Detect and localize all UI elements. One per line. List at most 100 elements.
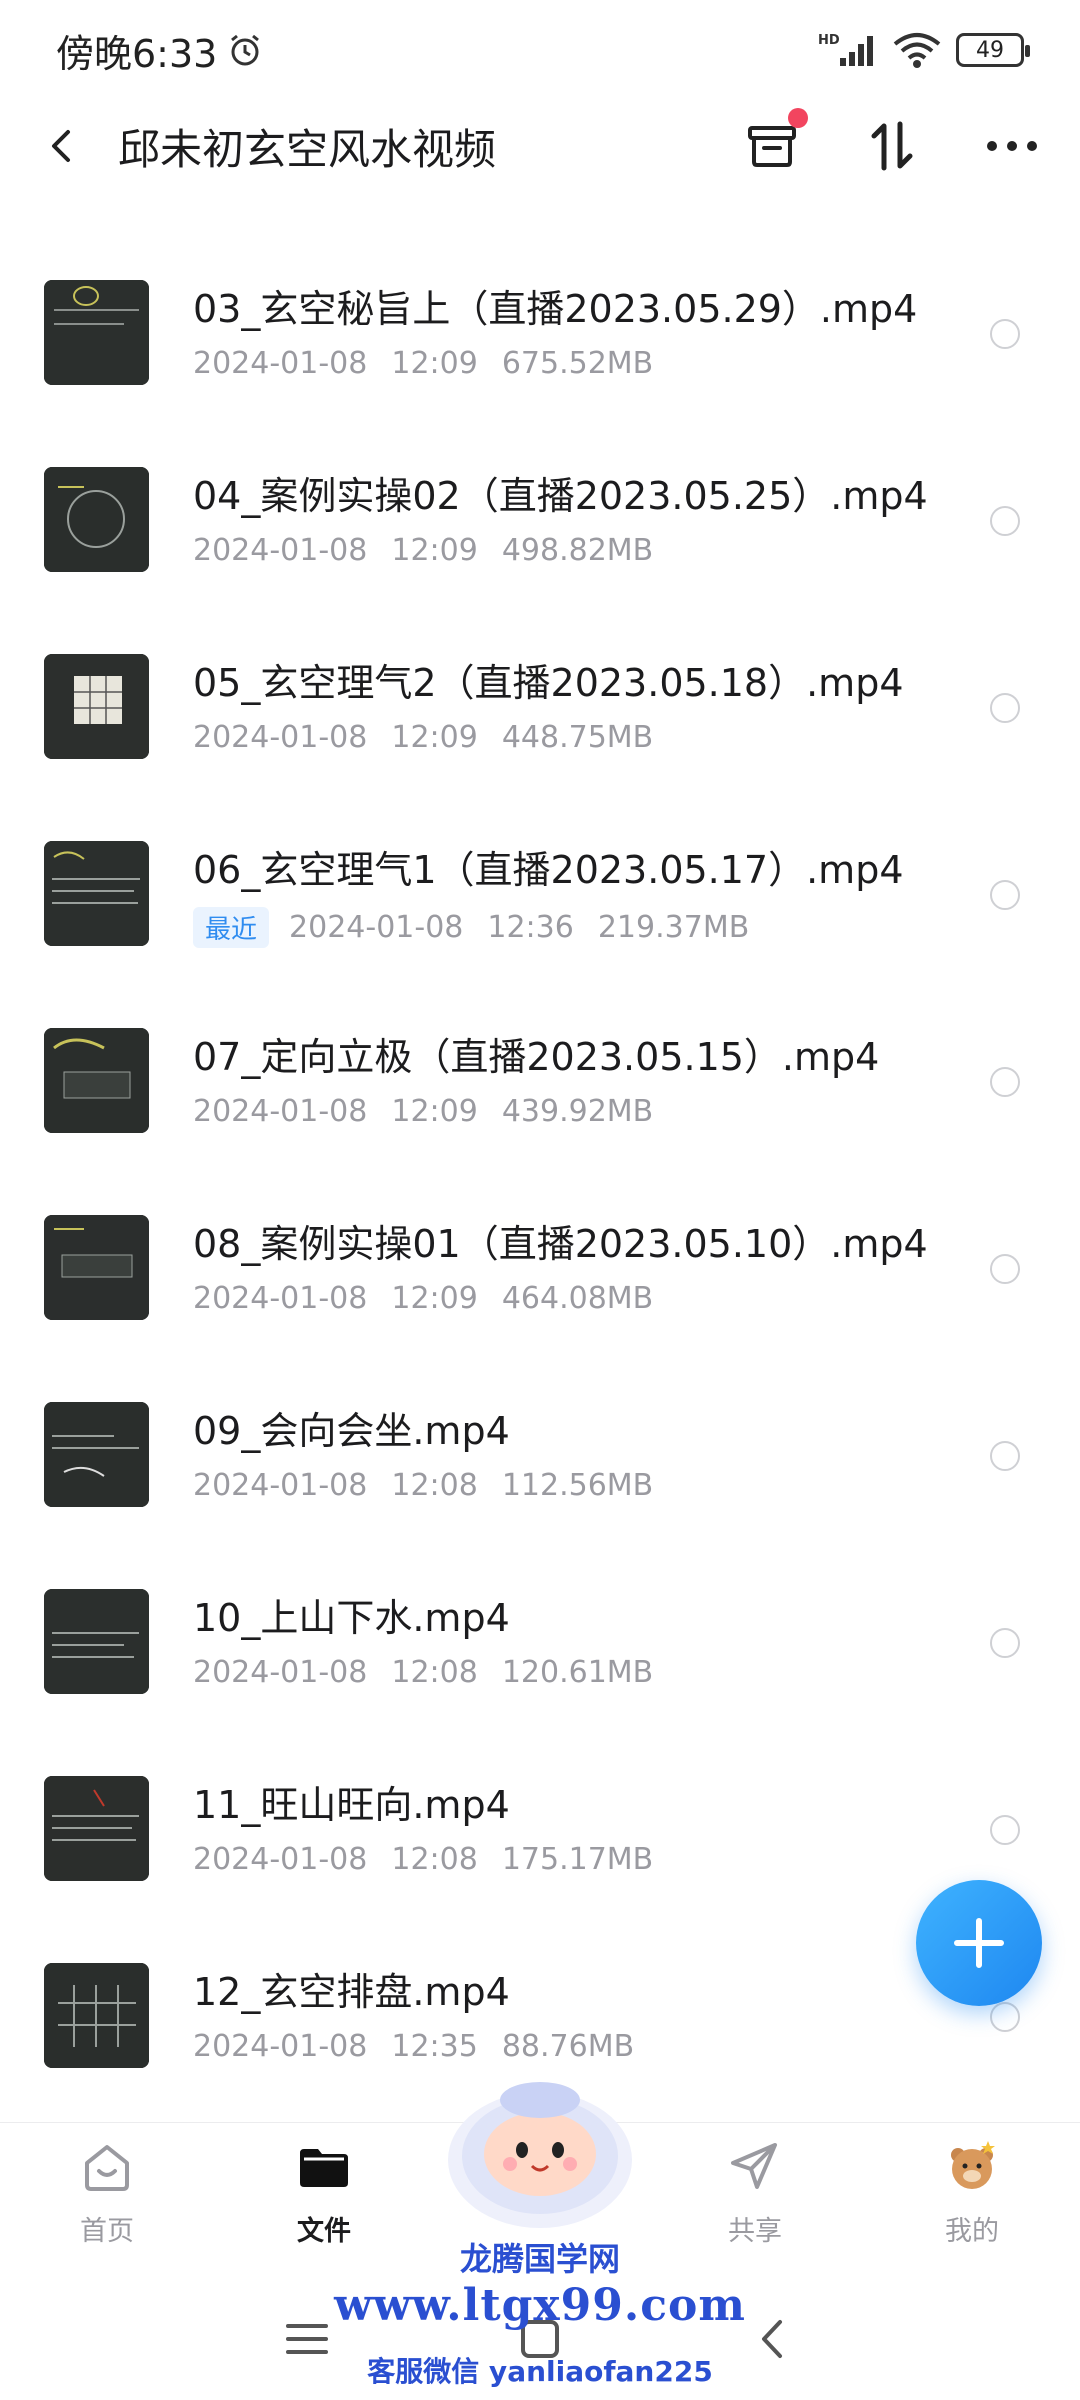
recent-badge: 最近 — [193, 907, 270, 948]
battery-level: 49 — [976, 37, 1004, 63]
video-thumbnail — [44, 1028, 149, 1133]
select-checkbox[interactable] — [990, 1815, 1020, 1845]
sort-button[interactable] — [864, 118, 920, 174]
select-checkbox[interactable] — [990, 2002, 1020, 2032]
file-time: 12:09 — [391, 1094, 478, 1129]
file-date: 2024-01-08 — [289, 910, 464, 945]
file-date: 2024-01-08 — [193, 1281, 368, 1316]
folder-icon — [300, 2149, 348, 2187]
file-size: 675.52MB — [501, 346, 654, 381]
file-meta: 2024-01-08 12:09 498.82MB — [193, 533, 653, 568]
file-row[interactable]: 08_案例实操01（直播2023.05.10）.mp4 2024-01-08 12:… — [0, 1175, 1080, 1362]
file-meta: 最近 2024-01-08 12:36 219.37MB — [193, 907, 749, 948]
select-checkbox[interactable] — [990, 1628, 1020, 1658]
file-list: 03_玄空秘旨上（直播2023.05.29）.mp4 2024-01-08 12:0… — [0, 240, 1080, 2110]
file-date: 2024-01-08 — [193, 720, 368, 755]
video-thumbnail — [44, 1776, 149, 1881]
select-checkbox[interactable] — [990, 880, 1020, 910]
file-size: 112.56MB — [501, 1468, 654, 1503]
send-icon — [731, 2143, 777, 2189]
file-meta: 2024-01-08 12:09 448.75MB — [193, 720, 653, 755]
file-time: 12:08 — [391, 1842, 478, 1877]
file-meta: 2024-01-08 12:09 439.92MB — [193, 1094, 653, 1129]
video-thumbnail — [44, 841, 149, 946]
file-size: 175.17MB — [501, 1842, 654, 1877]
file-meta: 2024-01-08 12:35 88.76MB — [193, 2029, 634, 2064]
select-checkbox[interactable] — [990, 1254, 1020, 1284]
transfer-list-button[interactable] — [744, 108, 808, 174]
notification-dot — [788, 108, 808, 128]
astronaut-mascot-icon — [448, 2082, 632, 2228]
file-name: 06_玄空理气1（直播2023.05.17）.mp4 — [193, 848, 904, 892]
video-thumbnail — [44, 1963, 149, 2068]
file-time: 12:09 — [391, 346, 478, 381]
battery-indicator: 49 — [956, 33, 1030, 67]
file-time: 12:09 — [391, 533, 478, 568]
home-icon — [85, 2145, 129, 2191]
file-meta: 2024-01-08 12:08 112.56MB — [193, 1468, 653, 1503]
file-row[interactable]: 03_玄空秘旨上（直播2023.05.29）.mp4 2024-01-08 12:0… — [0, 240, 1080, 427]
file-date: 2024-01-08 — [193, 346, 368, 381]
file-time: 12:36 — [487, 910, 574, 945]
more-dots-icon — [987, 141, 1037, 151]
file-meta: 2024-01-08 12:08 175.17MB — [193, 1842, 653, 1877]
signal-hd-label: HD — [818, 33, 840, 48]
file-date: 2024-01-08 — [193, 1094, 368, 1129]
file-meta: 2024-01-08 12:09 464.08MB — [193, 1281, 653, 1316]
file-date: 2024-01-08 — [193, 1655, 368, 1690]
file-size: 120.61MB — [501, 1655, 654, 1690]
file-row[interactable]: 07_定向立极（直播2023.05.15）.mp4 2024-01-08 12:09… — [0, 988, 1080, 1175]
file-size: 448.75MB — [501, 720, 654, 755]
file-row[interactable]: 06_玄空理气1（直播2023.05.17）.mp4 最近 2024-01-08 12… — [0, 801, 1080, 988]
sort-icon — [871, 121, 913, 171]
file-name: 08_案例实操01（直播2023.05.10）.mp4 — [193, 1222, 928, 1266]
video-thumbnail — [44, 280, 149, 385]
top-app-bar: 邱未初玄空风水视频 — [0, 100, 1080, 192]
file-size: 88.76MB — [501, 2029, 635, 2064]
file-size: 498.82MB — [501, 533, 654, 568]
file-time: 12:08 — [391, 1468, 478, 1503]
more-options-button[interactable] — [984, 118, 1040, 174]
alarm-icon — [231, 34, 260, 66]
file-name: 03_玄空秘旨上（直播2023.05.29）.mp4 — [193, 287, 918, 331]
file-name: 05_玄空理气2（直播2023.05.18）.mp4 — [193, 661, 904, 705]
video-thumbnail — [44, 1215, 149, 1320]
file-size: 439.92MB — [501, 1094, 654, 1129]
file-time: 12:09 — [391, 720, 478, 755]
file-date: 2024-01-08 — [193, 1842, 368, 1877]
select-checkbox[interactable] — [990, 319, 1020, 349]
status-bar: 傍晚6:33 HD 49 — [0, 0, 1080, 100]
file-size: 219.37MB — [597, 910, 750, 945]
file-name: 10_上山下水.mp4 — [193, 1596, 510, 1640]
page-title: 邱未初玄空风水视频 — [118, 124, 497, 174]
select-checkbox[interactable] — [990, 693, 1020, 723]
signal-icon: HD — [818, 33, 873, 66]
watermark-site-name: 龙腾国学网 — [459, 2240, 620, 2278]
watermark-contact: 客服微信 yanliaofan225 — [367, 2355, 713, 2388]
file-row[interactable]: 10_上山下水.mp4 2024-01-08 12:08 120.61MB — [0, 1549, 1080, 1736]
status-time: 傍晚6:33 — [56, 31, 218, 76]
file-name: 04_案例实操02（直播2023.05.25）.mp4 — [193, 474, 928, 518]
file-name: 09_会向会坐.mp4 — [193, 1409, 510, 1453]
file-row[interactable]: 11_旺山旺向.mp4 2024-01-08 12:08 175.17MB — [0, 1736, 1080, 1923]
add-fab-button[interactable] — [916, 1880, 1042, 2006]
select-checkbox[interactable] — [990, 506, 1020, 536]
file-date: 2024-01-08 — [193, 533, 368, 568]
file-meta: 2024-01-08 12:09 675.52MB — [193, 346, 653, 381]
watermark-url: www.ltgx99.com — [334, 2280, 746, 2331]
video-thumbnail — [44, 1402, 149, 1507]
video-thumbnail — [44, 467, 149, 572]
file-row[interactable]: 09_会向会坐.mp4 2024-01-08 12:08 112.56MB — [0, 1362, 1080, 1549]
back-arrow-icon[interactable] — [40, 124, 84, 168]
wifi-icon — [893, 33, 941, 68]
file-date: 2024-01-08 — [193, 2029, 368, 2064]
video-thumbnail — [44, 1589, 149, 1694]
file-time: 12:35 — [391, 2029, 478, 2064]
select-checkbox[interactable] — [990, 1067, 1020, 1097]
file-time: 12:08 — [391, 1655, 478, 1690]
file-name: 11_旺山旺向.mp4 — [193, 1783, 510, 1827]
file-date: 2024-01-08 — [193, 1468, 368, 1503]
file-row[interactable]: 05_玄空理气2（直播2023.05.18）.mp4 2024-01-08 12:0… — [0, 614, 1080, 801]
select-checkbox[interactable] — [990, 1441, 1020, 1471]
file-row[interactable]: 04_案例实操02（直播2023.05.25）.mp4 2024-01-08 12:… — [0, 427, 1080, 614]
